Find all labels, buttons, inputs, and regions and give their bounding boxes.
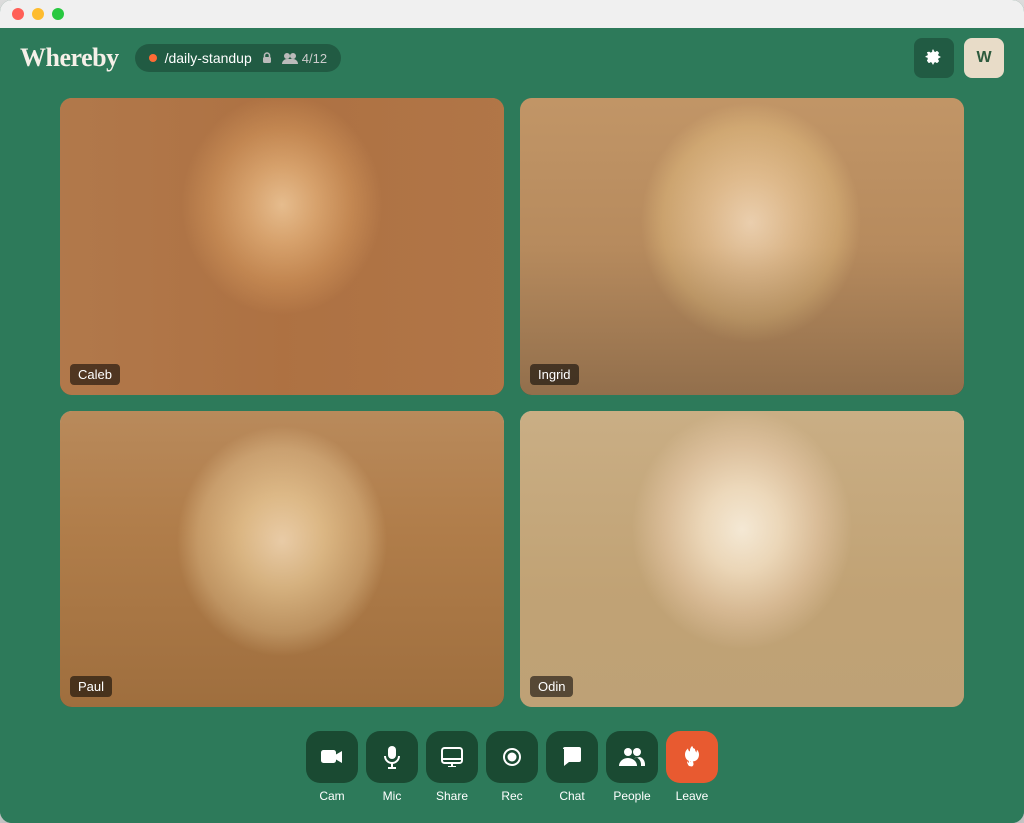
- traffic-light-fullscreen[interactable]: [52, 8, 64, 20]
- room-status-dot: [149, 54, 157, 62]
- video-tile-odin: Odin: [520, 411, 964, 708]
- mic-button[interactable]: Mic: [366, 731, 418, 803]
- video-grid: Caleb Ingrid Paul Odin: [0, 88, 1024, 723]
- participant-label-odin: Odin: [530, 676, 573, 697]
- lock-icon: [260, 51, 274, 65]
- leave-button[interactable]: Leave: [666, 731, 718, 803]
- mic-label: Mic: [383, 789, 402, 803]
- chat-icon-bg: [546, 731, 598, 783]
- share-icon-bg: [426, 731, 478, 783]
- chat-button[interactable]: Chat: [546, 731, 598, 803]
- cam-label: Cam: [319, 789, 344, 803]
- traffic-light-minimize[interactable]: [32, 8, 44, 20]
- header: Whereby /daily-standup: [0, 28, 1024, 88]
- toolbar: Cam Mic: [0, 723, 1024, 823]
- cam-button[interactable]: Cam: [306, 731, 358, 803]
- cam-icon-bg: [306, 731, 358, 783]
- rec-label: Rec: [501, 789, 522, 803]
- video-tile-paul: Paul: [60, 411, 504, 708]
- header-right: W: [914, 38, 1004, 78]
- header-left: Whereby /daily-standup: [20, 43, 341, 73]
- app-window: Whereby /daily-standup: [0, 0, 1024, 823]
- app-logo: Whereby: [20, 43, 119, 73]
- participant-label-caleb: Caleb: [70, 364, 120, 385]
- app-content: Whereby /daily-standup: [0, 28, 1024, 823]
- video-tile-caleb: Caleb: [60, 98, 504, 395]
- room-info: /daily-standup 4/: [135, 44, 341, 72]
- title-bar: [0, 0, 1024, 28]
- share-label: Share: [436, 789, 468, 803]
- participant-label-paul: Paul: [70, 676, 112, 697]
- leave-icon-bg: [666, 731, 718, 783]
- video-feed-caleb: [60, 98, 504, 395]
- video-feed-paul: [60, 411, 504, 708]
- user-avatar-button[interactable]: W: [964, 38, 1004, 78]
- video-feed-ingrid: [520, 98, 964, 395]
- chat-label: Chat: [559, 789, 584, 803]
- leave-label: Leave: [676, 789, 709, 803]
- video-tile-ingrid: Ingrid: [520, 98, 964, 395]
- room-name: /daily-standup: [165, 50, 252, 66]
- traffic-light-close[interactable]: [12, 8, 24, 20]
- share-button[interactable]: Share: [426, 731, 478, 803]
- people-icon-bg: [606, 731, 658, 783]
- settings-button[interactable]: [914, 38, 954, 78]
- people-button[interactable]: People: [606, 731, 658, 803]
- people-label: People: [613, 789, 650, 803]
- participant-count: 4/12: [282, 51, 327, 66]
- rec-icon-bg: [486, 731, 538, 783]
- mic-icon-bg: [366, 731, 418, 783]
- participant-label-ingrid: Ingrid: [530, 364, 579, 385]
- video-feed-odin: [520, 411, 964, 708]
- rec-button[interactable]: Rec: [486, 731, 538, 803]
